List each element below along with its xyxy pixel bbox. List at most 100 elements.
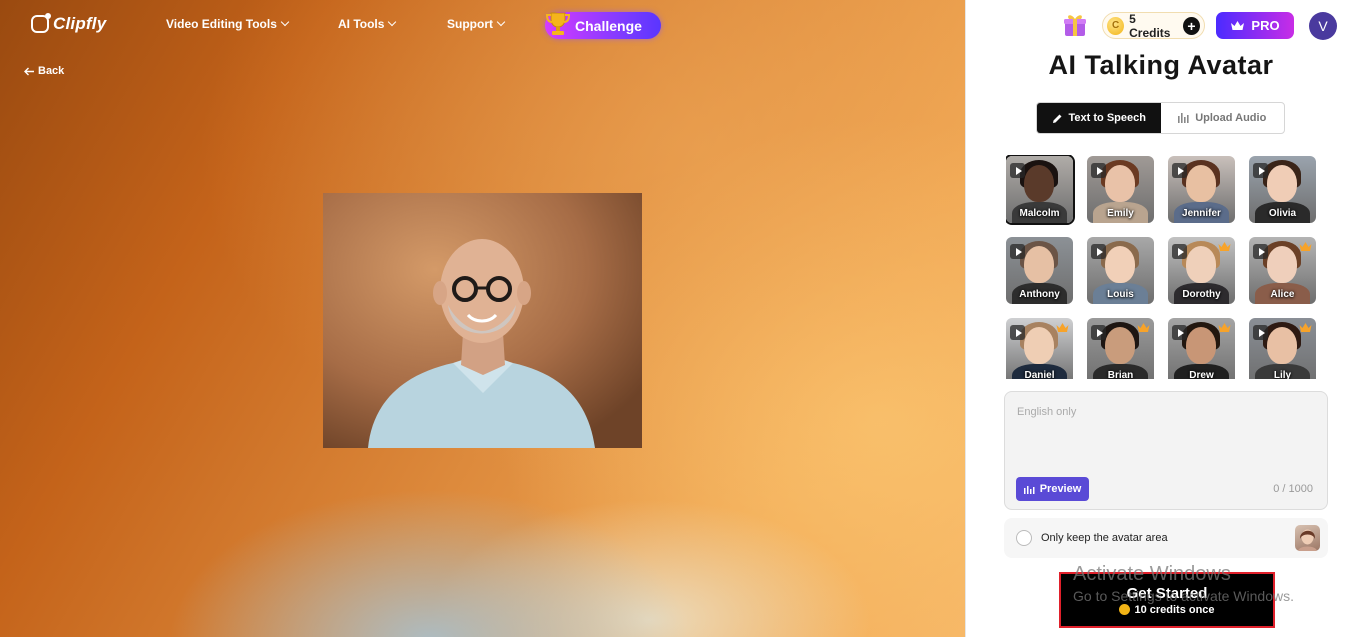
play-icon[interactable] — [1172, 163, 1187, 178]
avatar-face — [1105, 165, 1135, 202]
avatar-card-louis[interactable]: Louis — [1087, 237, 1154, 304]
tab-label: Text to Speech — [1068, 112, 1146, 124]
premium-crown-icon — [1137, 323, 1150, 332]
avatar-name: Olivia — [1268, 208, 1297, 219]
preview-stage: Clipfly Video Editing Tools AI Tools Sup… — [0, 0, 965, 637]
avatar-name: Daniel — [1024, 370, 1055, 379]
crown-icon — [1231, 21, 1245, 30]
avatar-card-alice[interactable]: Alice — [1249, 237, 1316, 304]
play-icon[interactable] — [1091, 325, 1106, 340]
avatar-name: Malcolm — [1019, 208, 1060, 219]
arrow-left-icon — [24, 67, 34, 75]
avatar-preview-image — [323, 193, 642, 448]
nav-label: AI Tools — [338, 17, 385, 31]
credits-badge[interactable]: C 5 Credits + — [1102, 12, 1205, 40]
avatar-grid: Malcolm Emily Jennifer Olivia Anthony Louis Do… — [1006, 155, 1317, 379]
play-icon[interactable] — [1172, 325, 1187, 340]
avatar-card-olivia[interactable]: Olivia — [1249, 156, 1316, 223]
play-icon[interactable] — [1010, 163, 1025, 178]
avatar-card-lily[interactable]: Lily — [1249, 318, 1316, 379]
premium-crown-icon — [1299, 242, 1312, 251]
tab-upload-audio[interactable]: Upload Audio — [1161, 103, 1285, 133]
clipfly-logo[interactable]: Clipfly — [31, 13, 107, 34]
pencil-icon — [1052, 114, 1062, 123]
gift-icon[interactable] — [1062, 12, 1088, 38]
preview-button[interactable]: Preview — [1016, 477, 1089, 501]
tab-text-to-speech[interactable]: Text to Speech — [1037, 103, 1161, 133]
play-icon[interactable] — [1010, 244, 1025, 259]
avatar-face — [1024, 327, 1054, 364]
play-icon[interactable] — [1253, 244, 1268, 259]
tab-label: Upload Audio — [1195, 112, 1267, 124]
coin-icon — [1119, 604, 1131, 615]
avatar-card-anthony[interactable]: Anthony — [1006, 237, 1073, 304]
avatar-card-brian[interactable]: Brian — [1087, 318, 1154, 379]
premium-crown-icon — [1056, 323, 1069, 332]
avatar-face — [1267, 165, 1297, 202]
play-icon[interactable] — [1253, 163, 1268, 178]
input-mode-tabs: Text to Speech Upload Audio — [1036, 102, 1285, 134]
get-started-button[interactable]: Get Started 10 credits once — [1059, 572, 1275, 628]
play-icon[interactable] — [1253, 325, 1268, 340]
premium-crown-icon — [1218, 242, 1231, 251]
nav-label: Support — [447, 17, 493, 31]
keep-avatar-radio[interactable] — [1016, 530, 1032, 546]
user-avatar[interactable]: V — [1309, 12, 1337, 40]
pro-upgrade-button[interactable]: PRO — [1216, 12, 1294, 39]
avatar-name: Drew — [1189, 370, 1214, 379]
play-icon[interactable] — [1091, 163, 1106, 178]
keep-avatar-option[interactable]: Only keep the avatar area — [1004, 518, 1328, 558]
chevron-down-icon — [388, 17, 397, 27]
avatar-settings-panel: C 5 Credits + PRO V AI Talking Avatar Te… — [965, 0, 1366, 637]
audio-bars-icon — [1178, 113, 1189, 123]
avatar-name: Louis — [1107, 289, 1134, 300]
script-placeholder: English only — [1017, 406, 1077, 418]
avatar-name: Alice — [1270, 289, 1295, 300]
play-icon[interactable] — [1010, 325, 1025, 340]
avatar-face — [1024, 246, 1054, 283]
preview-label: Preview — [1039, 483, 1082, 495]
avatar-face — [1186, 327, 1216, 364]
script-textarea[interactable]: English only Preview 0 / 1000 — [1004, 391, 1328, 510]
nav-video-editing-tools[interactable]: Video Editing Tools — [166, 17, 290, 31]
avatar-name: Dorothy — [1182, 289, 1221, 300]
avatar-face — [1024, 165, 1054, 202]
avatar-face — [1186, 165, 1216, 202]
avatar-name: Emily — [1107, 208, 1134, 219]
avatar-name: Brian — [1107, 370, 1134, 379]
audio-wave-icon — [1023, 485, 1035, 494]
back-label: Back — [38, 65, 65, 77]
avatar-name: Lily — [1273, 370, 1292, 379]
avatar-face — [1105, 327, 1135, 364]
chevron-down-icon — [280, 17, 290, 27]
avatar-card-emily[interactable]: Emily — [1087, 156, 1154, 223]
nav-support[interactable]: Support — [447, 17, 506, 31]
nav-ai-tools[interactable]: AI Tools — [338, 17, 397, 31]
brand-name: Clipfly — [53, 14, 107, 33]
avatar-face — [1186, 246, 1216, 283]
avatar-card-daniel[interactable]: Daniel — [1006, 318, 1073, 379]
character-counter: 0 / 1000 — [1273, 483, 1313, 495]
chevron-down-icon — [496, 17, 506, 27]
pro-label: PRO — [1251, 18, 1280, 33]
nav-label: Video Editing Tools — [166, 17, 277, 31]
play-icon[interactable] — [1091, 244, 1106, 259]
challenge-label: Challenge — [575, 17, 642, 34]
avatar-card-malcolm[interactable]: Malcolm — [1006, 155, 1075, 225]
avatar-area-thumbnail — [1295, 525, 1320, 551]
challenge-button[interactable]: Challenge — [545, 12, 661, 39]
avatar-card-dorothy[interactable]: Dorothy — [1168, 237, 1235, 304]
avatar-face — [1267, 246, 1297, 283]
premium-crown-icon — [1299, 323, 1312, 332]
page-title: AI Talking Avatar — [1048, 50, 1274, 80]
avatar-face — [1267, 327, 1297, 364]
trophy-icon — [545, 12, 571, 35]
add-credits-button[interactable]: + — [1182, 16, 1201, 35]
avatar-card-jennifer[interactable]: Jennifer — [1168, 156, 1235, 223]
back-link[interactable]: Back — [24, 65, 64, 77]
play-icon[interactable] — [1172, 244, 1187, 259]
avatar-card-drew[interactable]: Drew — [1168, 318, 1235, 379]
avatar-name: Jennifer — [1182, 208, 1221, 219]
top-navigation: Clipfly Video Editing Tools AI Tools Sup… — [0, 0, 965, 50]
avatar-name: Anthony — [1019, 289, 1060, 300]
